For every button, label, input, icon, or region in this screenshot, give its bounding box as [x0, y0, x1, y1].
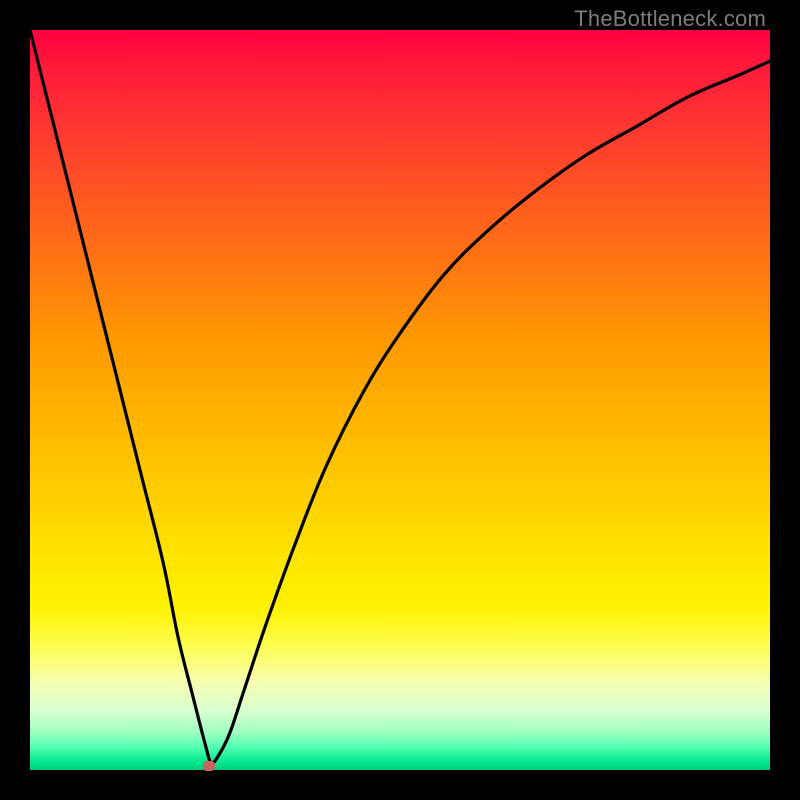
curve-svg	[30, 30, 770, 770]
plot-area	[30, 30, 770, 770]
chart-frame: TheBottleneck.com	[0, 0, 800, 800]
optimal-point-marker	[203, 761, 215, 771]
watermark-text: TheBottleneck.com	[574, 6, 766, 32]
bottleneck-curve-path	[30, 30, 770, 763]
